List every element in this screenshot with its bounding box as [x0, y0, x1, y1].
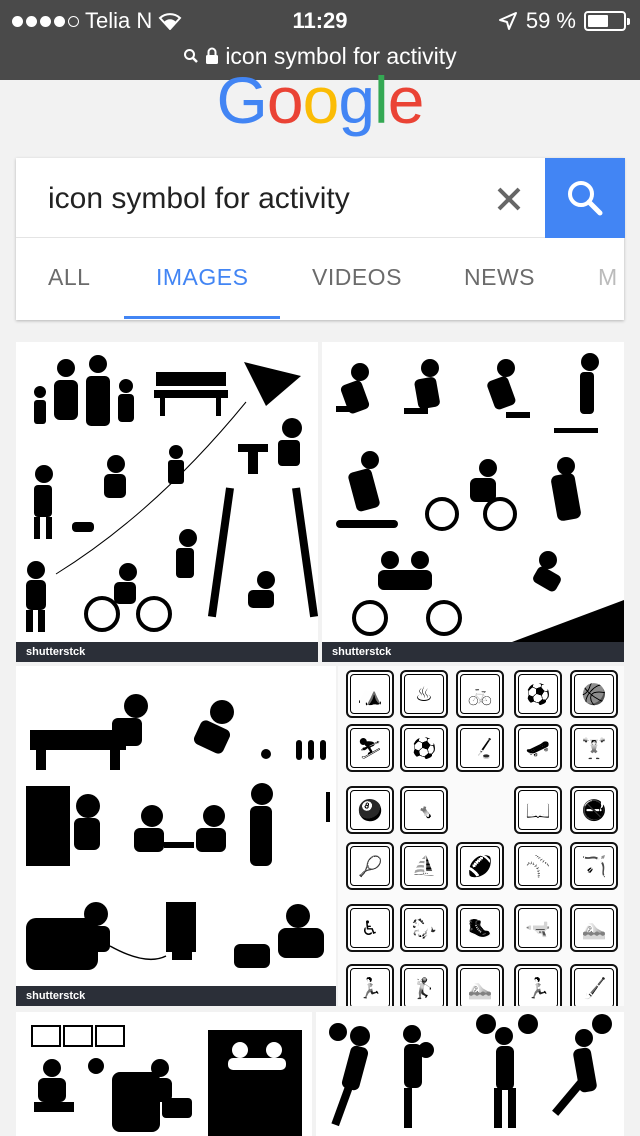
- battery-percentage: 59 %: [525, 8, 576, 33]
- search-tabs: ALL IMAGES VIDEOS NEWS M: [16, 238, 624, 320]
- pictogram-park-activities-image: [26, 355, 318, 632]
- logo-letter: o: [302, 63, 340, 137]
- watermark-bar: shutterstck: [322, 642, 624, 662]
- search-input[interactable]: icon symbol for activity: [48, 182, 350, 216]
- sport-pictogram-icon: 🎱: [346, 786, 394, 834]
- search-row: icon symbol for activity: [16, 158, 625, 238]
- pictogram-sports-image: [336, 353, 624, 642]
- sport-pictogram-icon: ♿: [346, 904, 394, 952]
- logo-letter: g: [338, 63, 375, 137]
- sport-pictogram-icon: 🐎: [400, 904, 448, 952]
- search-icon: [568, 181, 603, 216]
- tab-images[interactable]: IMAGES: [156, 264, 248, 291]
- sport-pictogram-icon: 🏹: [570, 842, 618, 890]
- sport-pictogram-icon: 📖: [514, 786, 562, 834]
- sport-pictogram-icon: 🏊: [456, 964, 504, 1006]
- search-card: icon symbol for activity ALL IMAGES VIDE…: [16, 158, 625, 320]
- image-result[interactable]: [316, 1012, 624, 1136]
- image-result[interactable]: [16, 1012, 312, 1136]
- sport-pictogram-icon: ⚽: [514, 670, 562, 718]
- tab-all[interactable]: ALL: [48, 264, 90, 291]
- google-logo[interactable]: Google: [0, 62, 640, 138]
- sport-pictogram-icon: 🏑: [570, 964, 618, 1006]
- watermark-bar: shutterstck: [16, 642, 318, 662]
- sport-pictogram-icon: 🎾: [346, 842, 394, 890]
- logo-letter: l: [374, 63, 389, 137]
- watermark-bar: shutterstck: [16, 986, 336, 1006]
- active-tab-indicator: [124, 316, 280, 319]
- sport-pictogram-icon: 🛹: [514, 724, 562, 772]
- image-result[interactable]: ⛺ ♨ 🚲 ⚽ 🏀 ⛷ ⚽ 🏒 🛹 🏋 🎱 🤸 📖 🚭 🎾 ⛵ 🏈 ⚾ 🏹 ♿ 🐎 🥾 🔫 🏊 🏃 🏌 🏊 🏃 🏑: [338, 666, 624, 1006]
- sport-pictogram-icon: ⚾: [514, 842, 562, 890]
- close-icon[interactable]: [494, 178, 524, 222]
- sport-pictogram-icon: 🏊: [570, 904, 618, 952]
- location-arrow-icon: [498, 12, 517, 30]
- sport-pictogram-icon: ⛺: [346, 670, 394, 718]
- tab-videos[interactable]: VIDEOS: [312, 264, 402, 291]
- image-result[interactable]: shutterstck: [16, 666, 336, 1006]
- tab-more[interactable]: M: [598, 264, 624, 291]
- sport-pictogram-icon: 🤸: [400, 786, 448, 834]
- pictogram-indoor-activities-image: [26, 694, 330, 970]
- tab-news[interactable]: NEWS: [464, 264, 535, 291]
- sport-pictogram-icon: ⛷: [346, 724, 394, 772]
- sport-pictogram-icon: 🥾: [456, 904, 504, 952]
- sport-pictogram-icon: 🚲: [456, 670, 504, 718]
- sport-pictogram-icon: 🚭: [570, 786, 618, 834]
- image-result[interactable]: shutterstck: [322, 342, 624, 662]
- image-result[interactable]: shutterstck: [16, 342, 318, 662]
- sport-pictogram-icon: 🏌: [400, 964, 448, 1006]
- sport-pictogram-icon: 🏈: [456, 842, 504, 890]
- logo-letter: e: [387, 63, 425, 137]
- pictogram-home-activities-image: [31, 1025, 302, 1136]
- sport-pictogram-icon: ⛵: [400, 842, 448, 890]
- sport-pictogram-icon: 🏒: [456, 724, 504, 772]
- sport-pictogram-icon: ⚽: [400, 724, 448, 772]
- battery-icon: [584, 11, 630, 31]
- pictogram-cheerleaders-image: [329, 1014, 612, 1128]
- sport-pictogram-icon: ♨: [400, 670, 448, 718]
- search-button[interactable]: [545, 158, 625, 238]
- sport-pictogram-icon: 🏀: [570, 670, 618, 718]
- sport-pictogram-icon: 🏃: [514, 964, 562, 1006]
- sport-pictogram-icon: 🏃: [346, 964, 394, 1006]
- logo-letter: G: [216, 63, 268, 137]
- sport-pictogram-icon: 🏋: [570, 724, 618, 772]
- logo-letter: o: [266, 63, 304, 137]
- sport-pictogram-icon: 🔫: [514, 904, 562, 952]
